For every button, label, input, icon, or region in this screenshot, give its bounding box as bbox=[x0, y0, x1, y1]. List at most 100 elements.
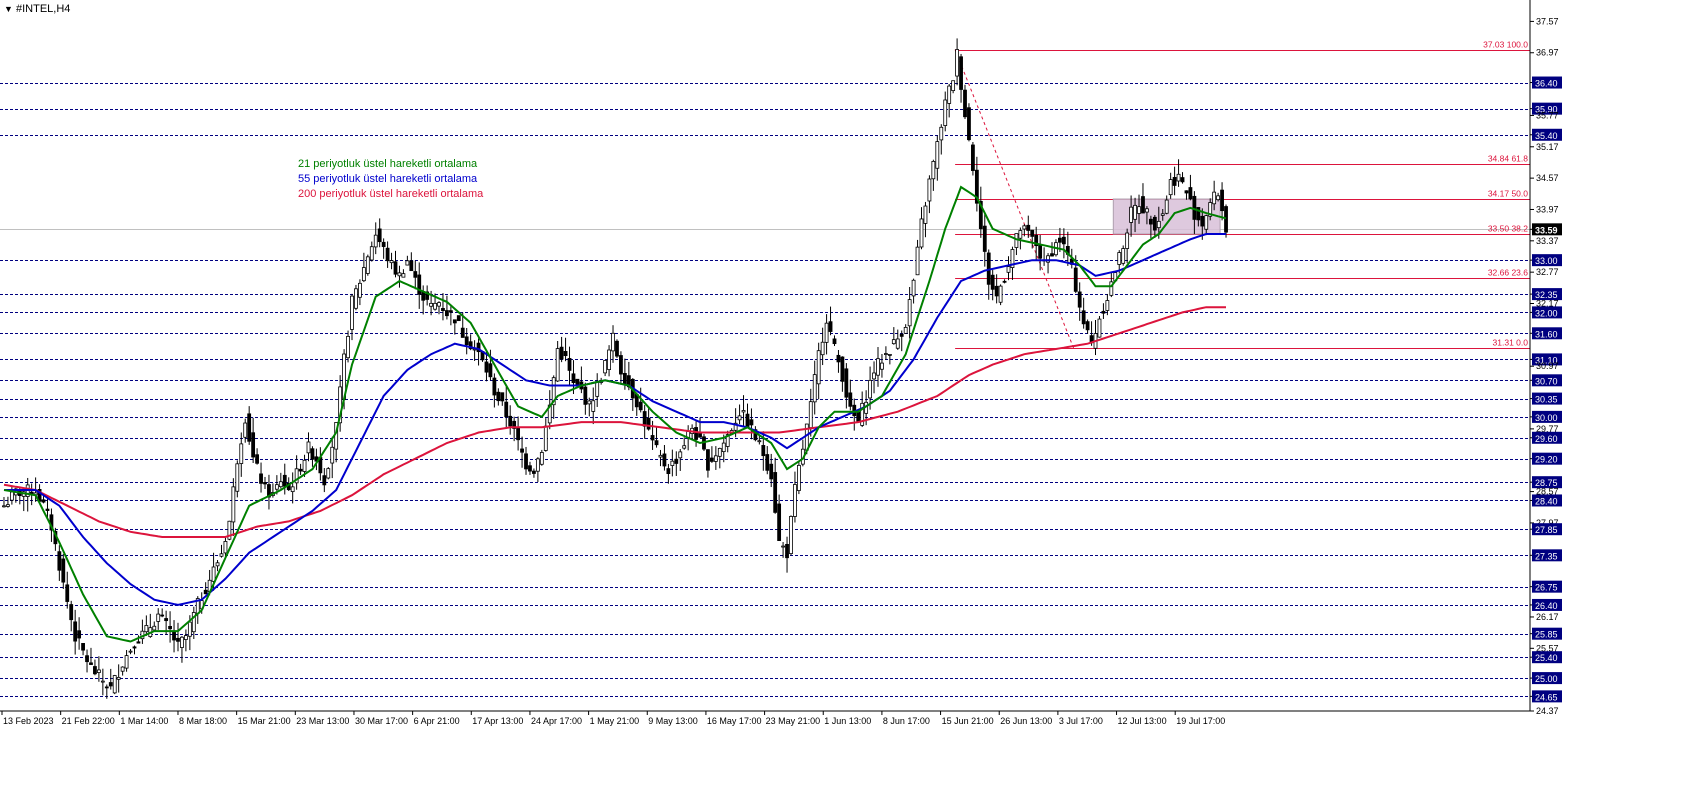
candle-body bbox=[187, 621, 192, 637]
x-tick-label: 23 May 21:00 bbox=[766, 716, 821, 726]
candle-body bbox=[769, 463, 774, 480]
x-tick-label: 17 Apr 13:00 bbox=[472, 716, 523, 726]
y-tick-label: 34.57 bbox=[1536, 173, 1559, 183]
candle-body bbox=[89, 662, 93, 665]
x-tick-label: 3 Jul 17:00 bbox=[1059, 716, 1103, 726]
candle-body bbox=[464, 336, 469, 346]
candle-body bbox=[939, 126, 944, 141]
fib-level-label: 34.17 50.0 bbox=[1488, 189, 1528, 199]
level-price-label: 35.40 bbox=[1535, 131, 1558, 141]
candle-body bbox=[65, 584, 70, 602]
candle-body bbox=[741, 410, 746, 413]
x-tick-label: 1 Jun 13:00 bbox=[824, 716, 871, 726]
candle-body bbox=[104, 686, 109, 689]
y-tick-label: 36.97 bbox=[1536, 48, 1559, 58]
candle-body bbox=[757, 440, 762, 443]
candle-body bbox=[57, 551, 62, 571]
candle-body bbox=[773, 472, 778, 513]
candle-body bbox=[1160, 213, 1165, 216]
candle-body bbox=[168, 625, 172, 630]
candle-body bbox=[235, 463, 240, 492]
candle-body bbox=[539, 452, 544, 465]
candle-body bbox=[915, 246, 920, 276]
candle-body bbox=[516, 427, 521, 441]
candle-body bbox=[2, 505, 6, 508]
level-price-label: 25.40 bbox=[1535, 653, 1558, 663]
candle-body bbox=[93, 666, 97, 675]
candle-body bbox=[215, 562, 220, 567]
candle-body bbox=[73, 621, 78, 642]
level-price-label: 30.00 bbox=[1535, 413, 1558, 423]
candle-body bbox=[820, 341, 825, 356]
candle-body bbox=[674, 458, 679, 464]
candle-body bbox=[963, 89, 967, 118]
candle-body bbox=[417, 274, 422, 295]
x-tick-label: 13 Feb 2023 bbox=[3, 716, 54, 726]
y-tick-label: 37.57 bbox=[1536, 16, 1559, 26]
candle-body bbox=[108, 682, 113, 687]
candle-body bbox=[298, 468, 303, 472]
candle-body bbox=[203, 589, 208, 595]
candle-body bbox=[872, 372, 876, 380]
candle-body bbox=[662, 453, 667, 467]
chevron-down-icon[interactable]: ▼ bbox=[4, 4, 13, 14]
candle-body bbox=[765, 454, 770, 471]
candle-body bbox=[706, 449, 710, 471]
candle-body bbox=[1061, 236, 1066, 245]
candle-body bbox=[1014, 233, 1019, 248]
candle-body bbox=[112, 675, 117, 694]
candle-body bbox=[492, 377, 497, 396]
candle-body bbox=[1002, 280, 1007, 283]
candle-body bbox=[152, 625, 157, 631]
candle-body bbox=[1156, 220, 1161, 229]
candle-body bbox=[603, 360, 608, 374]
candle-body bbox=[1026, 224, 1031, 231]
indicator-legend: 21 periyotluk üstel hareketli ortalama 5… bbox=[298, 157, 483, 202]
candle-body bbox=[504, 401, 509, 418]
candle-body bbox=[832, 338, 837, 345]
x-tick-label: 30 Mar 17:00 bbox=[355, 716, 408, 726]
price-chart[interactable]: 37.03 100.0 34.84 61.8 34.17 50.0 33.50 38.… bbox=[0, 0, 1701, 793]
candle-body bbox=[211, 566, 216, 582]
candle-body bbox=[615, 340, 619, 357]
candle-body bbox=[1188, 187, 1193, 200]
candle-body bbox=[891, 339, 896, 345]
candle-body bbox=[172, 630, 176, 641]
candle-body bbox=[836, 354, 841, 363]
candle-body bbox=[931, 161, 936, 180]
candle-body bbox=[955, 49, 959, 77]
candle-body bbox=[1046, 255, 1050, 263]
candle-body bbox=[85, 655, 89, 663]
x-tick-label: 1 Mar 14:00 bbox=[120, 716, 168, 726]
candle-body bbox=[1081, 310, 1086, 325]
candle-body bbox=[971, 144, 975, 171]
fib-level-label: 32.66 23.6 bbox=[1488, 268, 1528, 278]
y-tick-label: 35.17 bbox=[1536, 142, 1559, 152]
candle-body bbox=[496, 391, 501, 402]
candle-body bbox=[1077, 291, 1082, 308]
candle-body bbox=[1141, 196, 1145, 214]
candle-body bbox=[223, 541, 228, 554]
candle-body bbox=[231, 486, 236, 523]
candle-body bbox=[81, 643, 85, 651]
candle-body bbox=[156, 613, 161, 622]
candle-body bbox=[658, 454, 663, 458]
candle-body bbox=[816, 350, 821, 385]
candle-body bbox=[69, 604, 74, 621]
candle-body bbox=[895, 338, 900, 349]
level-price-label: 25.85 bbox=[1535, 630, 1558, 640]
candle-body bbox=[41, 499, 46, 503]
candle-body bbox=[393, 261, 398, 275]
candle-body bbox=[405, 260, 410, 266]
candle-body bbox=[243, 422, 248, 438]
candle-body bbox=[1164, 199, 1169, 214]
candle-body bbox=[377, 228, 382, 243]
candle-body bbox=[365, 256, 370, 274]
x-tick-label: 8 Jun 17:00 bbox=[883, 716, 930, 726]
fib-level-label: 34.84 61.8 bbox=[1488, 154, 1528, 164]
candle-body bbox=[824, 322, 829, 343]
candle-body bbox=[409, 260, 414, 272]
candle-body bbox=[611, 332, 615, 352]
candle-body bbox=[381, 241, 386, 247]
candle-body bbox=[251, 432, 256, 458]
